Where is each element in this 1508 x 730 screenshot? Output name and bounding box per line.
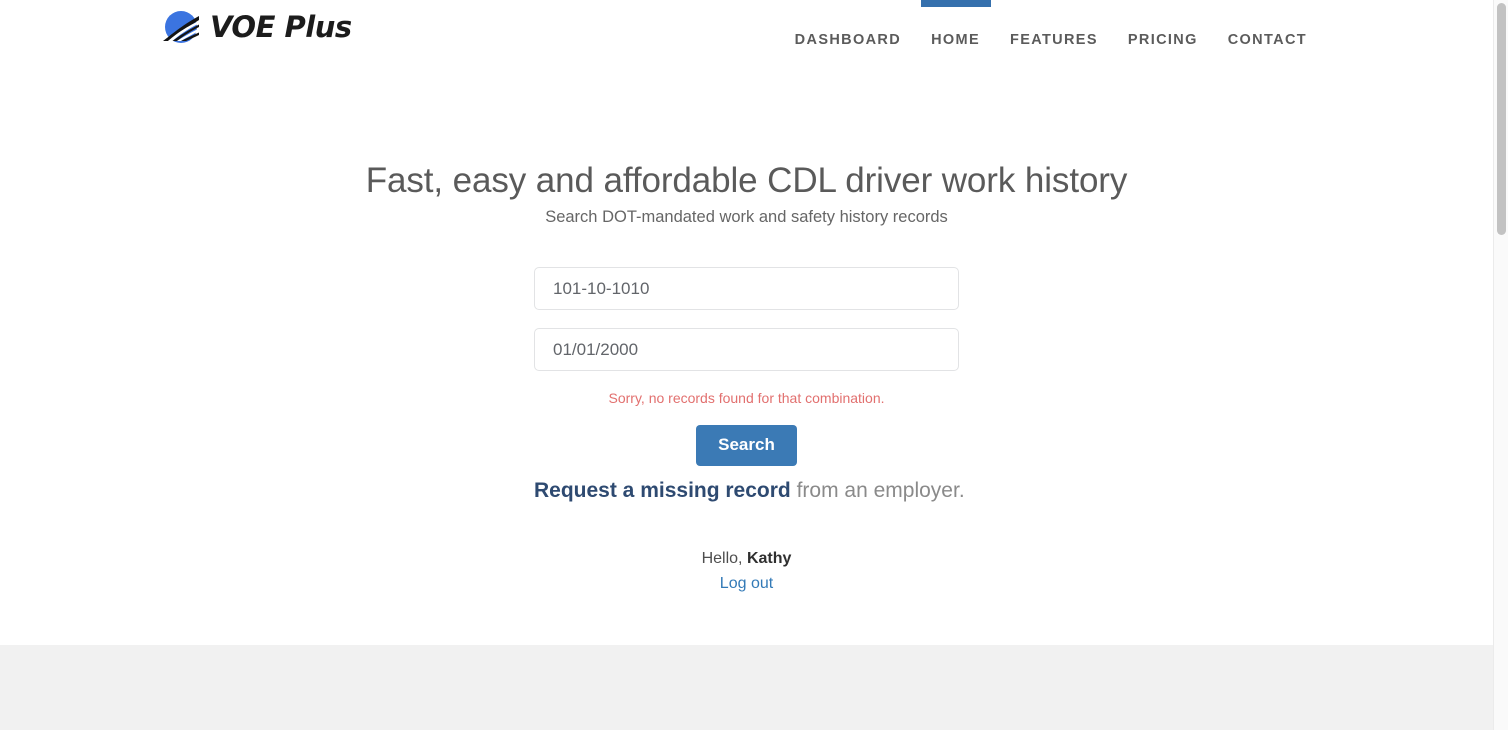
request-missing-record-link[interactable]: Request a missing record — [534, 479, 791, 502]
missing-record-prompt: Request a missing record from an employe… — [534, 466, 965, 504]
main-navigation: DASHBOARD HOME FEATURES PRICING CONTACT — [780, 0, 1322, 78]
nav-item-pricing[interactable]: PRICING — [1113, 0, 1213, 48]
search-button[interactable]: Search — [696, 424, 797, 467]
page-title: Fast, easy and affordable CDL driver wor… — [365, 161, 1128, 200]
page-canvas: VOE Plus DASHBOARD HOME FEATURES PRICING… — [0, 0, 1493, 730]
footer-band — [0, 645, 1493, 730]
nav-item-contact[interactable]: CONTACT — [1213, 0, 1322, 48]
record-search-form: Sorry, no records found for that combina… — [534, 267, 965, 505]
site-header: VOE Plus DASHBOARD HOME FEATURES PRICING… — [0, 0, 1493, 78]
user-greeting: Hello, Kathy — [0, 547, 1493, 570]
search-error-message: Sorry, no records found for that combina… — [608, 390, 885, 406]
date-of-birth-input[interactable] — [534, 328, 959, 371]
browser-viewport: VOE Plus DASHBOARD HOME FEATURES PRICING… — [0, 0, 1508, 730]
brand-name: VOE Plus — [210, 9, 352, 44]
voe-plus-road-circle-logo-icon — [163, 11, 199, 43]
logout-link[interactable]: Log out — [720, 572, 773, 595]
nav-item-home[interactable]: HOME — [916, 0, 995, 48]
missing-record-trailing-text: from an employer. — [790, 479, 965, 503]
brand-logo-link[interactable]: VOE Plus — [161, 7, 352, 47]
ssn-input[interactable] — [534, 267, 959, 310]
submit-row: Search — [534, 409, 959, 467]
greeting-prefix: Hello, — [701, 550, 747, 567]
nav-item-dashboard[interactable]: DASHBOARD — [780, 0, 916, 48]
account-block: Hello, Kathy Log out — [0, 547, 1493, 595]
user-name: Kathy — [746, 550, 792, 567]
vertical-scrollbar[interactable] — [1493, 0, 1508, 730]
scrollbar-thumb[interactable] — [1497, 3, 1506, 235]
nav-item-features[interactable]: FEATURES — [995, 0, 1113, 48]
page-subtitle: Search DOT-mandated work and safety hist… — [545, 208, 948, 226]
